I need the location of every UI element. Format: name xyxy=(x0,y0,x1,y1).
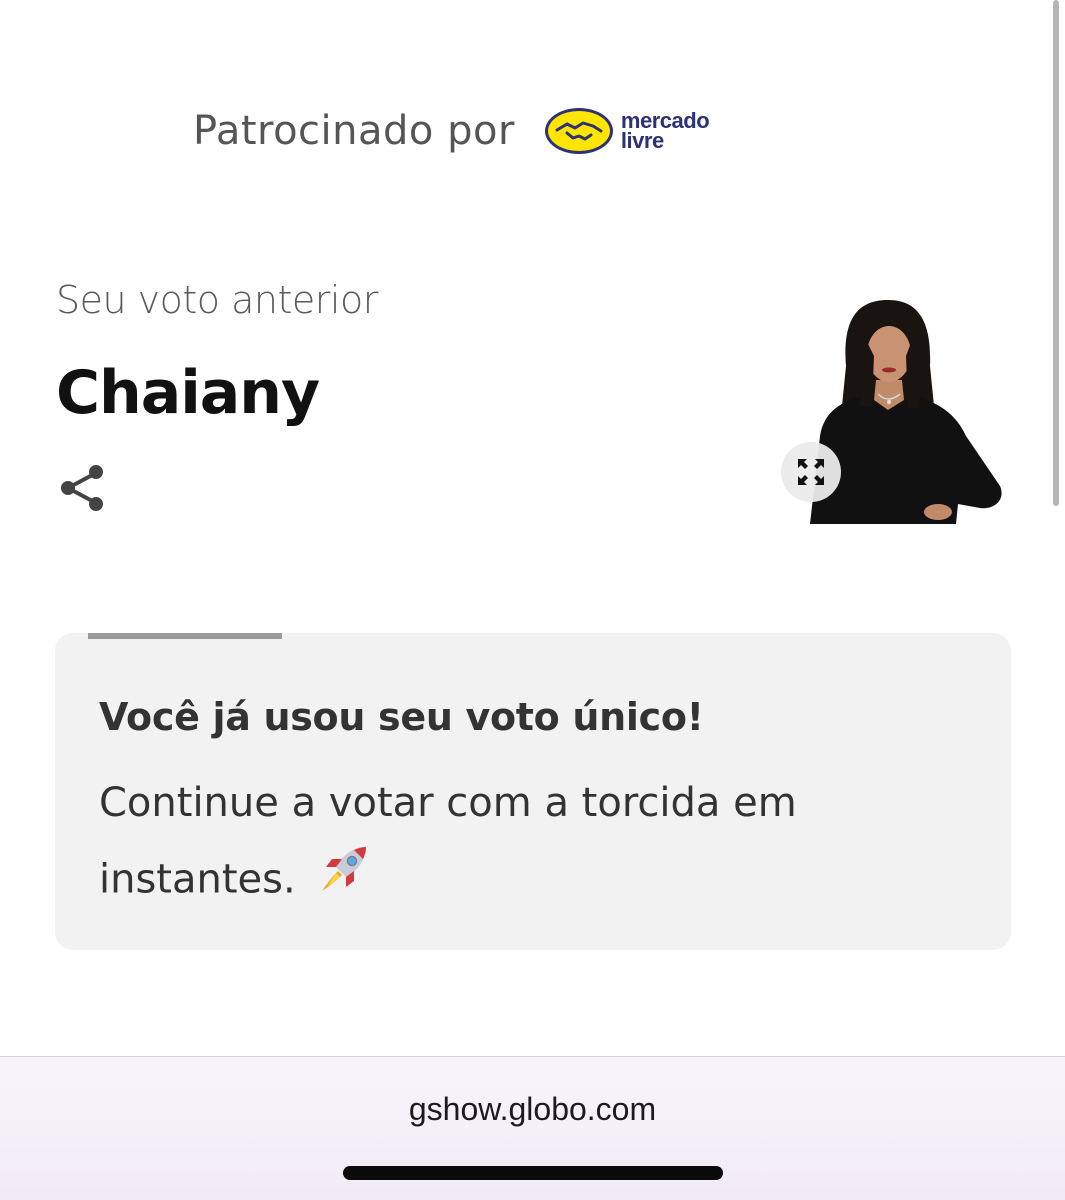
share-button[interactable] xyxy=(56,462,108,514)
scrollbar[interactable] xyxy=(1053,0,1059,506)
handshake-icon xyxy=(544,108,613,154)
notice-title: Você já usou seu voto único! xyxy=(99,695,704,739)
home-indicator[interactable] xyxy=(343,1166,723,1180)
timer-progress-fill xyxy=(88,633,283,639)
expand-icon xyxy=(798,459,824,485)
url-field[interactable]: gshow.globo.com xyxy=(0,1091,1065,1128)
notice-body: Continue a votar com a torcida em instan… xyxy=(99,765,879,922)
brand-line2: livre xyxy=(620,128,664,153)
vote-page: Patrocinado por mercado livre Seu voto a… xyxy=(0,0,1065,1200)
sponsor-row: Patrocinado por mercado livre xyxy=(193,96,710,166)
vote-used-notice: Você já usou seu voto único! Continue a … xyxy=(55,633,1011,950)
timer-progress-track xyxy=(88,633,520,639)
rocket-icon xyxy=(316,841,372,922)
browser-address-bar: gshow.globo.com xyxy=(0,1056,1065,1200)
share-icon xyxy=(61,465,103,511)
notice-body-text: Continue a votar com a torcida em instan… xyxy=(99,780,797,903)
previous-vote-label: Seu voto anterior xyxy=(56,278,378,322)
sponsor-label: Patrocinado por xyxy=(193,108,515,154)
candidate-name: Chaiany xyxy=(56,358,320,428)
expand-photo-button[interactable] xyxy=(781,442,841,502)
mercado-livre-wordmark: mercado livre xyxy=(620,110,710,153)
mercado-livre-logo[interactable]: mercado livre xyxy=(543,106,710,156)
sponsor-watermark xyxy=(745,70,1010,210)
